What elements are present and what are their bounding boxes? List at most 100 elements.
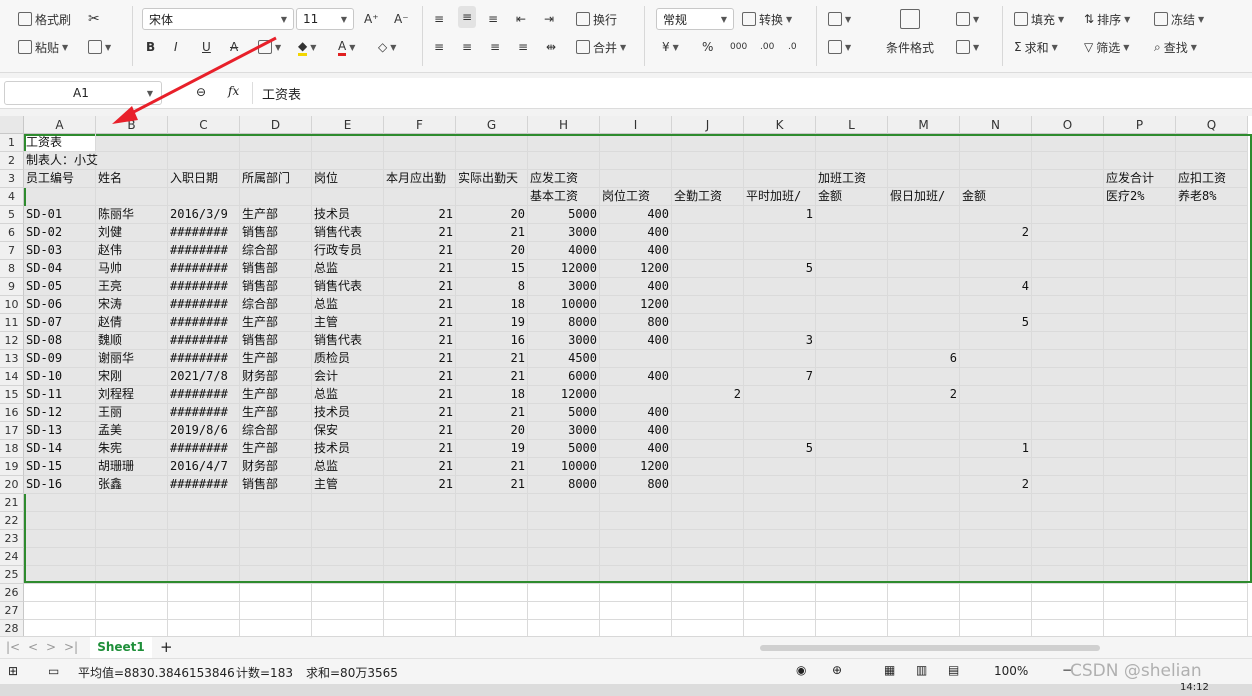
cell-E28[interactable] [312,620,384,636]
cell-G3[interactable]: 实际出勤天 [456,170,528,188]
align-center-button[interactable]: ≡ [462,36,472,58]
cell-B18[interactable]: 朱宪 [96,440,168,458]
cell-O24[interactable] [1032,548,1104,566]
cell-H6[interactable]: 3000 [528,224,600,242]
cell-H22[interactable] [528,512,600,530]
cell-E23[interactable] [312,530,384,548]
font-grow-button[interactable]: A⁺ [364,8,379,30]
cell-N3[interactable] [960,170,1032,188]
cell-L1[interactable] [816,134,888,152]
cell-D17[interactable]: 综合部 [240,422,312,440]
cell-F6[interactable]: 21 [384,224,456,242]
cell-Q18[interactable] [1176,440,1248,458]
cell-A10[interactable]: SD-06 [24,296,96,314]
cell-G6[interactable]: 21 [456,224,528,242]
cell-P2[interactable] [1104,152,1176,170]
cell-O16[interactable] [1032,404,1104,422]
column-header-H[interactable]: H [528,116,600,134]
cell-A8[interactable]: SD-04 [24,260,96,278]
cell-B3[interactable]: 姓名 [96,170,168,188]
cell-E18[interactable]: 技术员 [312,440,384,458]
cell-O9[interactable] [1032,278,1104,296]
cell-C8[interactable]: ######## [168,260,240,278]
cell-F25[interactable] [384,566,456,584]
fill-color-button[interactable]: ◆ ▼ [298,36,316,58]
cell-H16[interactable]: 5000 [528,404,600,422]
row-header-11[interactable]: 11 [0,314,24,332]
cell-Q21[interactable] [1176,494,1248,512]
cell-C1[interactable] [168,134,240,152]
row-header-18[interactable]: 18 [0,440,24,458]
cell-I4[interactable]: 岗位工资 [600,188,672,206]
cell-M21[interactable] [888,494,960,512]
cell-M25[interactable] [888,566,960,584]
cell-J18[interactable] [672,440,744,458]
cell-N13[interactable] [960,350,1032,368]
align-left-button[interactable]: ≡ [434,36,444,58]
column-header-D[interactable]: D [240,116,312,134]
cell-B20[interactable]: 张鑫 [96,476,168,494]
cell-Q27[interactable] [1176,602,1248,620]
cell-M5[interactable] [888,206,960,224]
cell-D26[interactable] [240,584,312,602]
cell-J4[interactable]: 全勤工资 [672,188,744,206]
cell-J8[interactable] [672,260,744,278]
nav-last-icon[interactable]: >| [64,640,78,654]
cell-A15[interactable]: SD-11 [24,386,96,404]
underline-button[interactable]: U [202,36,211,58]
cell-M14[interactable] [888,368,960,386]
cell-L16[interactable] [816,404,888,422]
cell-J10[interactable] [672,296,744,314]
row-header-13[interactable]: 13 [0,350,24,368]
cell-L17[interactable] [816,422,888,440]
cell-B9[interactable]: 王亮 [96,278,168,296]
column-header-A[interactable]: A [24,116,96,134]
cell-L26[interactable] [816,584,888,602]
cell-M9[interactable] [888,278,960,296]
cell-A19[interactable]: SD-15 [24,458,96,476]
cell-K4[interactable]: 平时加班/ [744,188,816,206]
cell-A9[interactable]: SD-05 [24,278,96,296]
cell-N15[interactable] [960,386,1032,404]
cell-K24[interactable] [744,548,816,566]
cell-H10[interactable]: 10000 [528,296,600,314]
cell-Q26[interactable] [1176,584,1248,602]
cell-L8[interactable] [816,260,888,278]
cell-F7[interactable]: 21 [384,242,456,260]
cell-D12[interactable]: 销售部 [240,332,312,350]
cell-O14[interactable] [1032,368,1104,386]
cell-P18[interactable] [1104,440,1176,458]
cell-B22[interactable] [96,512,168,530]
cell-E14[interactable]: 会计 [312,368,384,386]
cell-H17[interactable]: 3000 [528,422,600,440]
column-header-L[interactable]: L [816,116,888,134]
cell-C9[interactable]: ######## [168,278,240,296]
cell-N4[interactable]: 金额 [960,188,1032,206]
cell-D11[interactable]: 生产部 [240,314,312,332]
row-header-8[interactable]: 8 [0,260,24,278]
cell-C10[interactable]: ######## [168,296,240,314]
cell-A16[interactable]: SD-12 [24,404,96,422]
cell-J3[interactable] [672,170,744,188]
cell-D23[interactable] [240,530,312,548]
column-header-M[interactable]: M [888,116,960,134]
cell-K12[interactable]: 3 [744,332,816,350]
cell-A7[interactable]: SD-03 [24,242,96,260]
cell-F4[interactable] [384,188,456,206]
cell-B4[interactable] [96,188,168,206]
clear-button[interactable]: ◇ ▼ [378,36,396,58]
cell-G16[interactable]: 21 [456,404,528,422]
cell-N11[interactable]: 5 [960,314,1032,332]
cell-F1[interactable] [384,134,456,152]
cell-I13[interactable] [600,350,672,368]
cell-O1[interactable] [1032,134,1104,152]
thousands-button[interactable]: 000 [730,36,747,58]
cell-I8[interactable]: 1200 [600,260,672,278]
cell-A1[interactable]: 工资表 [24,134,96,152]
cell-L4[interactable]: 金额 [816,188,888,206]
cell-P3[interactable]: 应发合计 [1104,170,1176,188]
cell-A13[interactable]: SD-09 [24,350,96,368]
cell-C13[interactable]: ######## [168,350,240,368]
cell-H27[interactable] [528,602,600,620]
cell-B5[interactable]: 陈丽华 [96,206,168,224]
